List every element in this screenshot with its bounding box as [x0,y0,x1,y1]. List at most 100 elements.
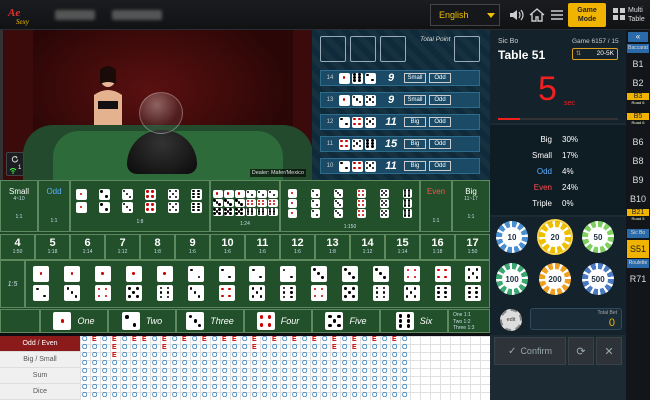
pip [385,214,388,217]
road-mark-odd: O [182,344,188,351]
combo-2-4[interactable] [218,266,235,301]
table-item-b8[interactable]: B8 [627,152,649,170]
bet-total-13[interactable]: 13 1:8 [315,234,350,260]
bet-single-six[interactable]: Six [380,309,448,333]
volume-icon[interactable] [507,6,525,24]
combo-2-3[interactable] [187,266,204,301]
road-tab-odd-even[interactable]: Odd / Even [0,336,80,352]
double-5[interactable] [168,189,181,213]
bet-total-5[interactable]: 5 1:18 [35,234,70,260]
bet-triples[interactable]: 1:150 [280,180,420,232]
combo-3-4[interactable] [311,266,328,301]
bet-combinations[interactable] [25,260,490,308]
bet-single-three[interactable]: Three [176,309,244,333]
table-item-b9[interactable]: B9 [627,171,649,189]
table-item-b21[interactable]: B21 Road 5 [627,209,649,229]
chip-10[interactable]: 10 [496,221,528,253]
combo-2-5[interactable] [249,266,266,301]
chip-200[interactable]: 200 [539,263,571,295]
combo-1-6[interactable] [156,266,173,301]
bet-total-15[interactable]: 15 1:14 [385,234,420,260]
chip-50[interactable]: 50 [582,221,614,253]
language-selector[interactable]: English [430,4,500,26]
bet-total-17[interactable]: 17 1:50 [455,234,490,260]
road-tab-dice[interactable]: Dice [0,384,80,400]
chip-20[interactable]: 20 [539,221,571,253]
bet-doubles[interactable]: 1:8 [70,180,210,232]
road-tag: Road 6 [631,100,645,105]
bet-small[interactable]: Small 4~10 1:1 [0,180,38,232]
double-6[interactable] [191,189,204,213]
bet-total-7[interactable]: 7 1:12 [105,234,140,260]
combo-1-4[interactable] [95,266,112,301]
table-item-b2[interactable]: B2 [627,74,649,92]
bet-total-6[interactable]: 6 1:14 [70,234,105,260]
bet-single-five[interactable]: Five [312,309,380,333]
bet-total-11[interactable]: 11 1:6 [245,234,280,260]
road-tab-sum[interactable]: Sum [0,368,80,384]
table-item-s51[interactable]: S51 [627,240,649,258]
road-mark-odd: O [312,368,318,375]
bet-total-12[interactable]: 12 1:6 [280,234,315,260]
triple-6[interactable] [403,189,412,218]
double-1[interactable] [76,189,89,213]
combo-1-5[interactable] [126,266,142,301]
chip-500[interactable]: 500 [582,263,614,295]
double-2[interactable] [99,189,112,213]
table-item-b1[interactable]: B1 [627,55,649,73]
game-mode-button[interactable]: Game Mode [568,3,606,27]
triple-5[interactable] [380,189,389,218]
triple-1[interactable] [288,189,297,218]
combo-2-6[interactable] [280,266,297,301]
road-mark-odd: O [142,376,148,383]
bet-single-four[interactable]: Four [244,309,312,333]
triple-4[interactable] [357,189,366,218]
bet-total-4[interactable]: 4 1:50 [0,234,35,260]
bet-single-two[interactable]: Two [108,309,176,333]
table-item-b5[interactable]: B5 Road 6 [627,113,649,133]
triple-2[interactable] [311,189,320,218]
refresh-icon[interactable] [10,155,20,164]
table-item-r71[interactable]: R71 [627,270,649,288]
total-number: 7 [119,237,126,249]
table-item-b6[interactable]: B6 [627,133,649,151]
total-payout: 1:8 [154,249,161,255]
menu-icon[interactable] [548,6,566,24]
table-item-b3[interactable]: B3 Road 6 [627,93,649,113]
bet-total-9[interactable]: 9 1:6 [175,234,210,260]
die-face-1 [53,312,72,330]
bet-total-14[interactable]: 14 1:12 [350,234,385,260]
casino-logo[interactable]: Ae Sexy [6,4,38,26]
video-controls[interactable]: 1 [6,152,24,176]
collapse-list-button[interactable]: « [628,32,648,42]
triple-3[interactable] [334,189,343,218]
bet-total-10[interactable]: 10 1:6 [210,234,245,260]
road-tab-big-small[interactable]: Big / Small [0,352,80,368]
bet-big[interactable]: Big 11~17 1:1 [452,180,490,232]
combo-1-3[interactable] [64,266,81,301]
bet-total-8[interactable]: 8 1:8 [140,234,175,260]
double-3[interactable] [122,189,135,213]
bet-even[interactable]: Even 1:1 [420,180,452,232]
bet-limit[interactable]: ⇅ 20-5K [572,48,618,60]
rebet-button[interactable]: ⟳ [568,337,594,365]
multi-table-button[interactable]: Multi Table [610,3,650,27]
table-item-b10[interactable]: B10 [627,190,649,208]
combo-4-5[interactable] [403,266,420,301]
home-icon[interactable] [528,6,546,24]
combo-3-6[interactable] [372,266,389,301]
result-history: Total Point 14 9 Small Odd 13 9 Small Odd 12 11 Bi… [312,30,490,180]
bet-total-16[interactable]: 16 1:18 [420,234,455,260]
bet-odd[interactable]: Odd 1:1 [38,180,70,232]
bet-any-triple[interactable]: 1:24 [210,180,280,232]
combo-5-6[interactable] [465,266,482,301]
edit-chips-button[interactable]: edit [500,309,522,331]
combo-1-2[interactable] [33,266,50,301]
double-4[interactable] [145,189,158,213]
confirm-button[interactable]: ✓ Confirm [494,337,566,365]
cancel-button[interactable]: ✕ [596,337,622,365]
bet-single-one[interactable]: One [40,309,108,333]
combo-4-6[interactable] [434,266,451,301]
combo-3-5[interactable] [342,266,359,301]
chip-100[interactable]: 100 [496,263,528,295]
